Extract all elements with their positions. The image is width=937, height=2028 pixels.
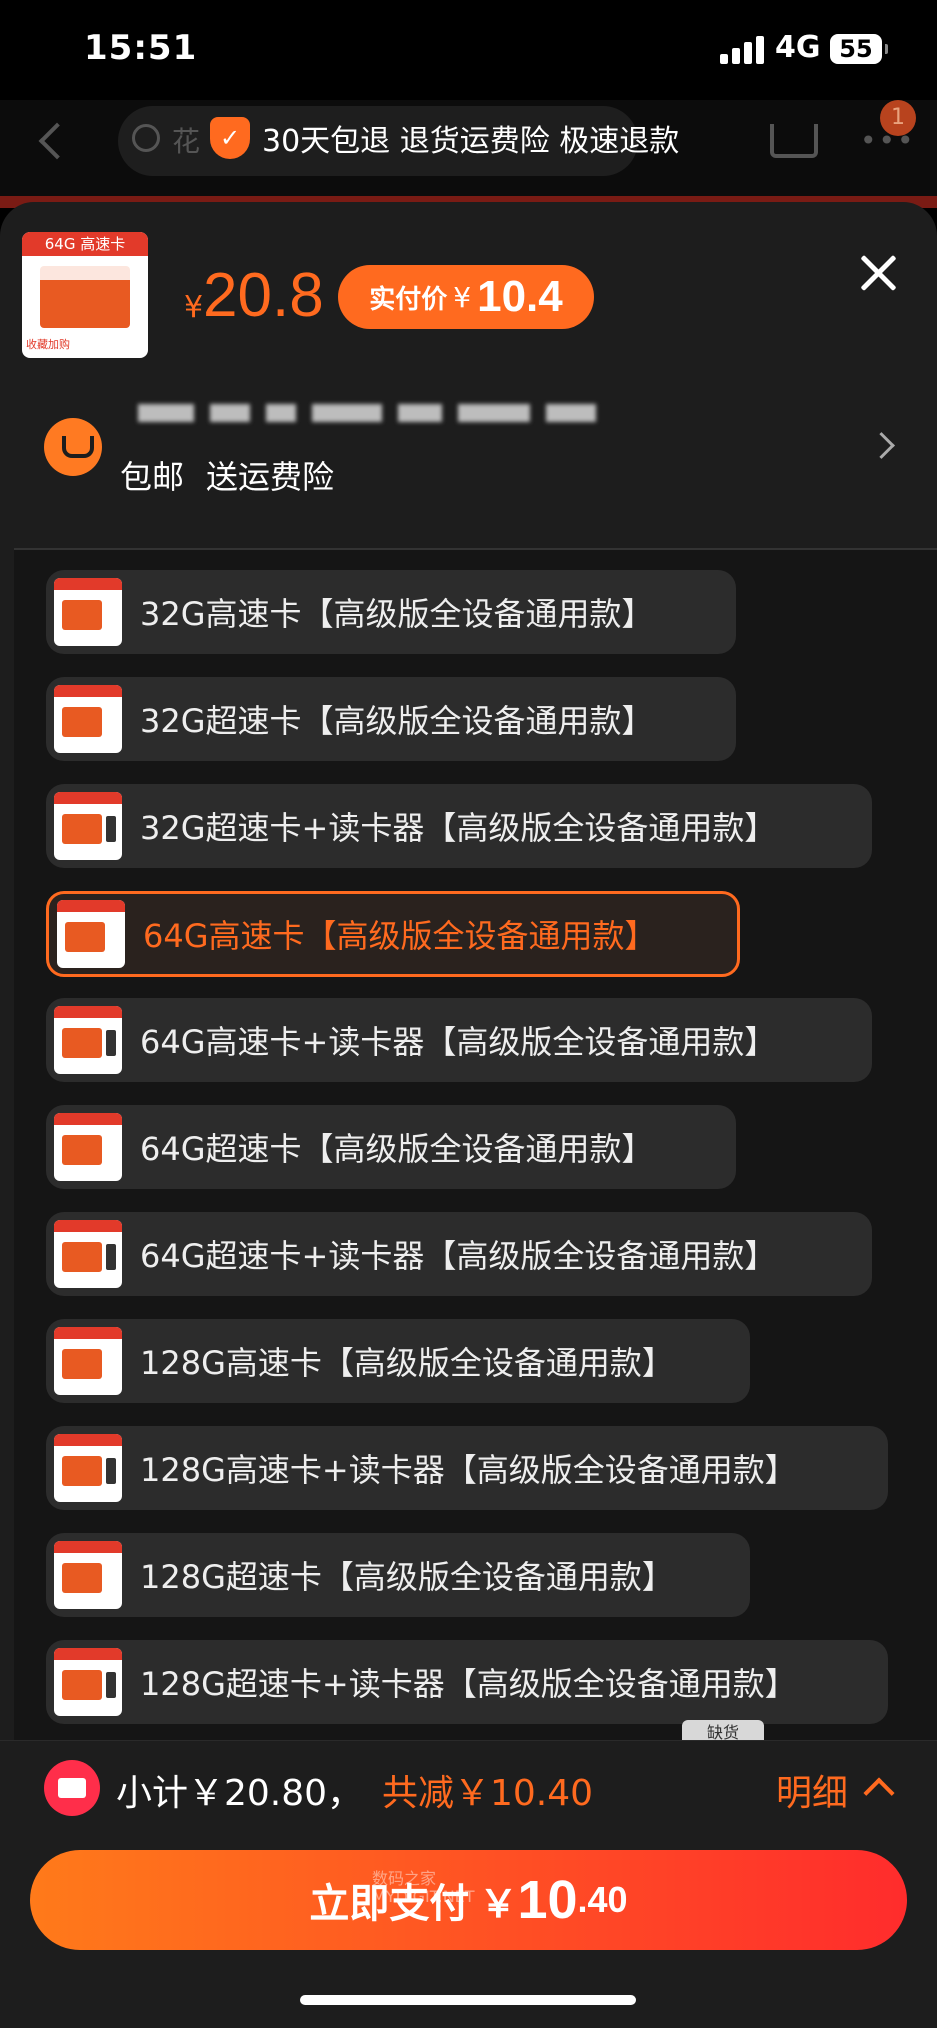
option-thumbnail (54, 1113, 122, 1181)
sku-option[interactable]: 64G超速卡+读卡器【高级版全设备通用款】 (46, 1212, 872, 1296)
price-currency: ¥ (184, 290, 204, 325)
option-thumbnail (57, 900, 125, 968)
product-thumbnail[interactable]: 64G 高速卡 收藏加购 (22, 232, 148, 358)
option-thumbnail (54, 1648, 122, 1716)
sku-option[interactable]: 128G超速卡+读卡器【高级版全设备通用款】 (46, 1640, 888, 1724)
option-label: 64G超速卡+读卡器【高级版全设备通用款】 (140, 1237, 777, 1275)
out-of-stock-tag: 缺货 (682, 1720, 764, 1742)
option-label: 32G高速卡【高级版全设备通用款】 (140, 595, 654, 633)
shield-check-icon: ✓ (210, 117, 250, 159)
option-thumbnail (54, 1220, 122, 1288)
cart-badge: 1 (880, 100, 916, 136)
option-label: 32G超速卡【高级版全设备通用款】 (140, 702, 654, 740)
sku-option[interactable]: 32G高速卡【高级版全设备通用款】 (46, 570, 736, 654)
option-label: 128G高速卡+读卡器【高级版全设备通用款】 (140, 1451, 797, 1489)
shipping-insurance-tag: 送运费险 (206, 458, 335, 496)
pay-amount-decimal: .40 (577, 1879, 628, 1920)
guarantee-text: 30天包退 退货运费险 极速退款 (262, 124, 680, 159)
sku-option[interactable]: 128G高速卡【高级版全设备通用款】 (46, 1319, 750, 1403)
actual-price-label: 实付价 (369, 284, 448, 315)
search-icon (132, 124, 160, 152)
watermark-bottom: MYDIGIT.NET (372, 1887, 475, 1906)
coupon-icon (44, 1760, 100, 1816)
detail-button[interactable]: 明细 (776, 1764, 848, 1816)
sku-option[interactable]: 32G超速卡+读卡器【高级版全设备通用款】 (46, 784, 872, 868)
option-thumbnail (54, 578, 122, 646)
option-thumbnail (54, 1541, 122, 1609)
pay-amount-integer: 10 (517, 1870, 578, 1930)
option-thumbnail (54, 792, 122, 860)
option-label: 64G高速卡+读卡器【高级版全设备通用款】 (140, 1023, 777, 1061)
watermark-top: 数码之家 (372, 1869, 437, 1888)
option-thumbnail (54, 1006, 122, 1074)
thumbnail-footer: 收藏加购 (26, 338, 70, 351)
shop-name-blurred[interactable] (138, 404, 596, 422)
option-label: 32G超速卡+读卡器【高级版全设备通用款】 (140, 809, 777, 847)
thumbnail-tag: 64G 高速卡 (22, 232, 148, 256)
status-time: 15:51 (84, 28, 198, 68)
option-label: 64G高速卡【高级版全设备通用款】 (143, 917, 657, 955)
actual-price-currency: ¥ (453, 280, 472, 314)
sku-option-list[interactable]: 32G高速卡【高级版全设备通用款】 32G超速卡【高级版全设备通用款】 32G超… (14, 550, 937, 1740)
shipping-tags: 包邮 送运费险 (120, 452, 334, 498)
free-shipping-tag: 包邮 (120, 458, 185, 496)
option-label: 64G超速卡【高级版全设备通用款】 (140, 1130, 654, 1168)
pay-currency: ￥ (479, 1881, 518, 1926)
option-label: 128G高速卡【高级版全设备通用款】 (140, 1344, 674, 1382)
option-thumbnail (54, 1327, 122, 1395)
option-thumbnail (54, 1434, 122, 1502)
sku-option[interactable]: 64G高速卡+读卡器【高级版全设备通用款】 (46, 998, 872, 1082)
option-label: 128G超速卡+读卡器【高级版全设备通用款】 (140, 1665, 797, 1703)
close-icon[interactable] (858, 252, 898, 292)
sku-option[interactable]: 128G超速卡【高级版全设备通用款】 (46, 1533, 750, 1617)
product-price: 20.8 (203, 261, 324, 330)
sku-option[interactable]: 32G超速卡【高级版全设备通用款】 (46, 677, 736, 761)
sd-card-image (40, 266, 130, 328)
option-thumbnail (54, 685, 122, 753)
home-indicator[interactable] (300, 1995, 636, 2005)
watermark: 数码之家 MYDIGIT.NET (372, 1870, 475, 1906)
signal-icon (720, 36, 764, 64)
sku-option[interactable]: 64G超速卡【高级版全设备通用款】 (46, 1105, 736, 1189)
search-placeholder: 花 (172, 125, 201, 158)
network-type: 4G (775, 30, 821, 65)
guarantee-banner: ✓ 30天包退 退货运费险 极速退款 (210, 110, 679, 166)
battery-icon: 55 (830, 34, 888, 64)
subtotal-text: 小计￥20.80， (116, 1773, 364, 1814)
discount-text: 共减￥10.40 (382, 1773, 594, 1814)
option-label: 128G超速卡【高级版全设备通用款】 (140, 1558, 674, 1596)
sku-option[interactable]: 128G高速卡+读卡器【高级版全设备通用款】 (46, 1426, 888, 1510)
status-bar: 15:51 4G 55 (0, 0, 937, 100)
sku-option-selected[interactable]: 64G高速卡【高级版全设备通用款】 (46, 891, 740, 977)
actual-price-value: 10.4 (477, 272, 563, 321)
cart-icon[interactable] (770, 124, 818, 158)
actual-price-pill: 实付价 ¥ 10.4 (338, 265, 594, 329)
shop-icon (44, 418, 102, 476)
